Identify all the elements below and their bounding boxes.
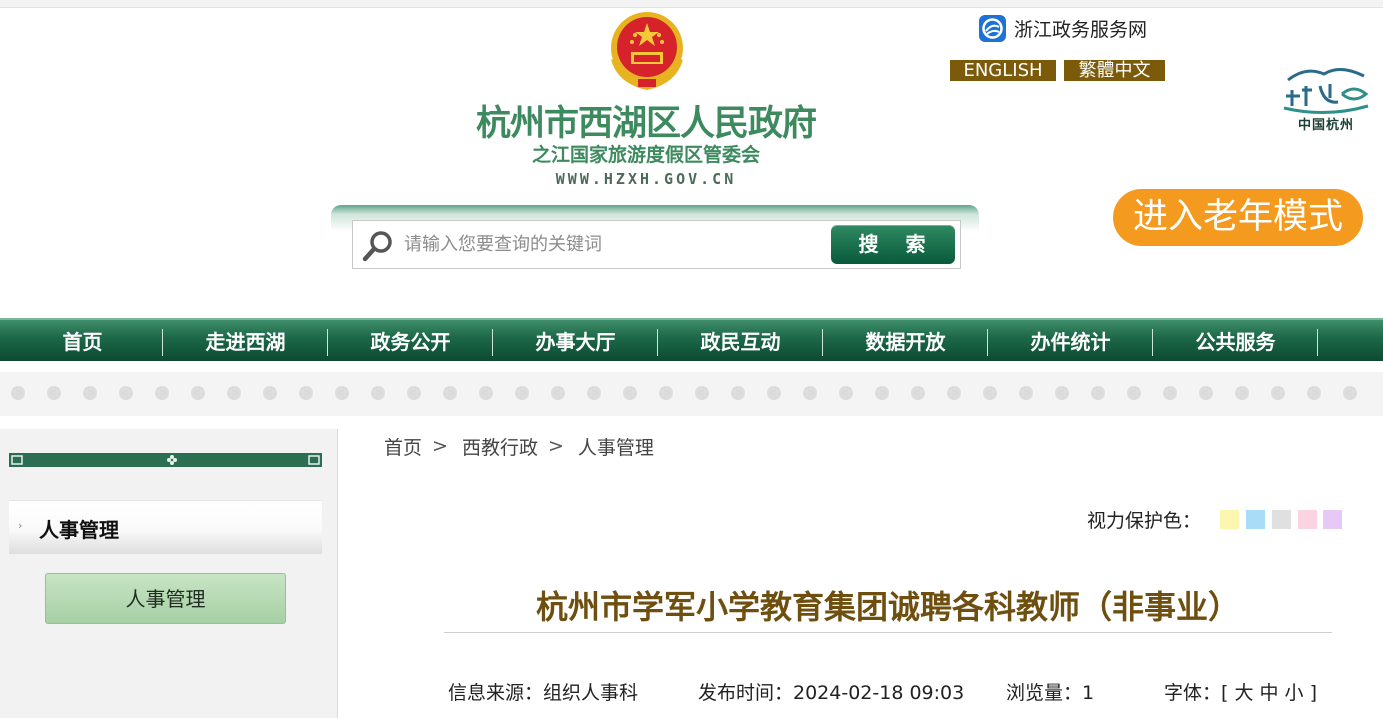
breadcrumb-separator: > — [432, 435, 448, 457]
decorative-dot — [767, 386, 781, 400]
vision-color-blue[interactable] — [1246, 510, 1265, 529]
article-publish-time: 发布时间：2024-02-18 09:03 — [698, 682, 965, 704]
article-title: 杭州市学军小学教育集团诚聘各科教师（非事业） — [535, 588, 1240, 626]
decorative-dot — [263, 386, 277, 400]
decorative-dot — [1163, 386, 1177, 400]
decorative-dot — [1091, 386, 1105, 400]
decorative-dot — [875, 386, 889, 400]
english-button[interactable]: ENGLISH — [950, 60, 1056, 81]
national-emblem-icon — [611, 12, 683, 91]
vision-color-gray[interactable] — [1272, 510, 1291, 529]
search-icon — [362, 231, 392, 262]
decorative-dot — [1271, 386, 1285, 400]
decorative-dot — [587, 386, 601, 400]
decorative-dot — [1199, 386, 1213, 400]
title-divider — [444, 632, 1332, 633]
decorative-dot — [947, 386, 961, 400]
nav-separator — [1317, 329, 1318, 356]
decorative-dot — [1343, 386, 1357, 400]
decorative-dot — [911, 386, 925, 400]
breadcrumb-separator: > — [547, 435, 564, 457]
nav-item-service-hall[interactable]: 办事大厅 — [493, 320, 658, 361]
article-source: 信息来源：组织人事科 — [448, 682, 639, 704]
decorative-dot — [335, 386, 349, 400]
breadcrumb-personnel[interactable]: 人事管理 — [578, 433, 654, 460]
decorative-dot — [1019, 386, 1033, 400]
city-logo-text: 中国杭州 — [1297, 118, 1354, 133]
decorative-dot — [1055, 386, 1069, 400]
zhejiang-service-icon — [979, 14, 1006, 42]
decorative-dot — [371, 386, 385, 400]
decorative-dot — [191, 386, 205, 400]
vision-protection-label: 视力保护色： — [1087, 509, 1202, 532]
sidebar-title: 人事管理 — [39, 518, 119, 542]
nav-item-statistics[interactable]: 办件统计 — [988, 320, 1153, 361]
decorative-dot — [407, 386, 421, 400]
article-views: 浏览量：1 — [1006, 682, 1095, 704]
breadcrumb: 首页 > 西教行政 > 人事管理 — [384, 432, 654, 460]
vision-color-purple[interactable] — [1323, 510, 1342, 529]
decorative-dot — [83, 386, 97, 400]
decorative-dot — [551, 386, 565, 400]
breadcrumb-home[interactable]: 首页 — [384, 433, 422, 460]
nav-item-home[interactable]: 首页 — [0, 320, 165, 361]
nav-item-open-data[interactable]: 数据开放 — [823, 320, 988, 361]
decorative-dot — [983, 386, 997, 400]
decorative-dot — [47, 386, 61, 400]
nav-item-gov-affairs[interactable]: 政务公开 — [328, 320, 493, 361]
nav-item-interaction[interactable]: 政民互动 — [658, 320, 823, 361]
sidebar-ornament-band — [9, 453, 322, 467]
breadcrumb-xijiao-admin[interactable]: 西教行政 — [462, 433, 538, 460]
vision-color-yellow[interactable] — [1220, 510, 1239, 529]
vision-color-pink[interactable] — [1298, 510, 1317, 529]
search-button[interactable]: 搜 索 — [831, 225, 955, 264]
nav-item-public-service[interactable]: 公共服务 — [1153, 320, 1318, 361]
sidebar-item-personnel[interactable]: 人事管理 — [45, 573, 286, 624]
font-size-switcher[interactable]: 字体：[ 大 中 小 ] — [1164, 679, 1317, 707]
decorative-dot — [11, 386, 25, 400]
nav-item-about-xihu[interactable]: 走进西湖 — [163, 320, 328, 361]
decorative-dot — [1307, 386, 1321, 400]
site-url: WWW.HZXH.GOV.CN — [555, 170, 737, 188]
main-nav: 首页 走进西湖 政务公开 办事大厅 政民互动 数据开放 办件统计 公共服务 — [0, 318, 1383, 361]
decorative-dot — [299, 386, 313, 400]
traditional-chinese-button[interactable]: 繁體中文 — [1064, 60, 1165, 81]
decorative-dot — [479, 386, 493, 400]
search-input[interactable] — [404, 226, 824, 262]
decorative-dot — [443, 386, 457, 400]
decorative-dot — [1127, 386, 1141, 400]
decorative-dot — [695, 386, 709, 400]
decorative-dot — [227, 386, 241, 400]
chevron-right-icon: › — [18, 519, 23, 532]
decorative-dot — [623, 386, 637, 400]
decorative-dot — [803, 386, 817, 400]
decorative-dot — [155, 386, 169, 400]
decorative-dot — [731, 386, 745, 400]
decorative-dot — [515, 386, 529, 400]
site-subtitle: 之江国家旅游度假区管委会 — [531, 144, 760, 166]
decorative-dots — [0, 372, 1383, 416]
site-title: 杭州市西湖区人民政府 — [475, 103, 817, 144]
elder-mode-button[interactable]: 进入老年模式 — [1113, 189, 1363, 246]
decorative-dot — [1235, 386, 1249, 400]
decorative-dot — [119, 386, 133, 400]
decorative-dot — [659, 386, 673, 400]
zhejiang-service-label: 浙江政务服务网 — [1014, 18, 1148, 41]
top-strip — [0, 0, 1383, 8]
zhejiang-service-link[interactable]: 浙江政务服务网 — [979, 14, 1147, 42]
decorative-dot — [839, 386, 853, 400]
